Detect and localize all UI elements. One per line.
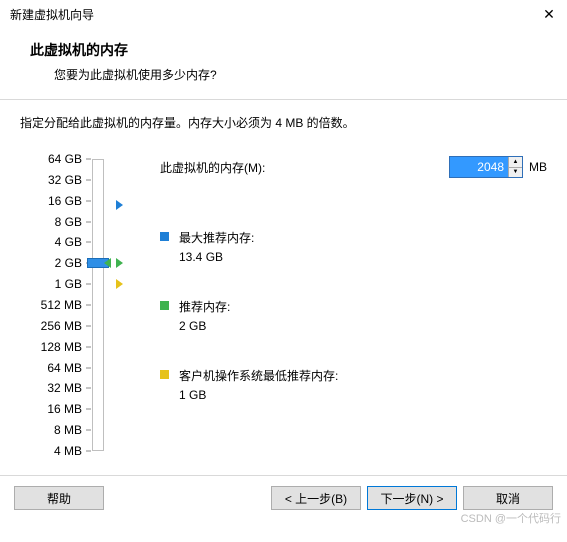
slider-tick [86, 284, 91, 285]
min-recommendation: 客户机操作系统最低推荐内存: 1 GB [160, 367, 547, 402]
slider-tick [86, 325, 91, 326]
slider-tick [86, 388, 91, 389]
rec-rec-value: 2 GB [179, 319, 230, 333]
max-recommendation: 最大推荐内存: 13.4 GB [160, 229, 547, 264]
slider-label: 4 GB [20, 235, 82, 249]
min-rec-value: 1 GB [179, 388, 338, 402]
page-subtitle: 您要为此虚拟机使用多少内存? [54, 66, 537, 83]
slider-label: 512 MB [20, 298, 82, 312]
close-button[interactable]: ✕ [539, 4, 559, 24]
rec-marker-left-icon [104, 258, 111, 268]
window-title: 新建虚拟机向导 [10, 6, 94, 23]
cancel-button[interactable]: 取消 [463, 486, 553, 510]
footer: 帮助 < 上一步(B) 下一步(N) > 取消 [0, 476, 567, 520]
slider-label: 16 MB [20, 402, 82, 416]
wizard-header: 此虚拟机的内存 您要为此虚拟机使用多少内存? [0, 28, 567, 97]
memory-unit: MB [529, 160, 547, 174]
slider-label: 32 GB [20, 173, 82, 187]
slider-label: 32 MB [20, 381, 82, 395]
slider-label: 1 GB [20, 277, 82, 291]
slider-tick [86, 346, 91, 347]
memory-slider[interactable]: 64 GB 32 GB 16 GB 8 GB 4 GB 2 GB 1 GB 512 MB 256… [20, 155, 130, 465]
rec-rec-label: 推荐内存: [179, 298, 230, 315]
max-rec-value: 13.4 GB [179, 250, 254, 264]
slider-tick [86, 451, 91, 452]
slider-tick [86, 221, 91, 222]
slider-track[interactable] [92, 159, 104, 451]
memory-field-label: 此虚拟机的内存(M): [160, 159, 265, 176]
slider-label: 16 GB [20, 194, 82, 208]
page-title: 此虚拟机的内存 [30, 40, 537, 60]
memory-spinner[interactable]: ▲ ▼ [449, 156, 523, 178]
spinner-down-button[interactable]: ▼ [509, 168, 522, 178]
slider-label: 2 GB [20, 256, 82, 270]
spinner-up-button[interactable]: ▲ [509, 157, 522, 168]
slider-label: 8 GB [20, 215, 82, 229]
slider-tick [86, 409, 91, 410]
slider-label: 64 MB [20, 361, 82, 375]
slider-label: 256 MB [20, 319, 82, 333]
min-rec-label: 客户机操作系统最低推荐内存: [179, 367, 338, 384]
slider-tick [86, 430, 91, 431]
min-color-swatch-icon [160, 370, 169, 379]
close-icon: ✕ [543, 6, 555, 23]
rec-recommendation: 推荐内存: 2 GB [160, 298, 547, 333]
rec-color-swatch-icon [160, 301, 169, 310]
slider-tick [86, 305, 91, 306]
slider-label: 64 GB [20, 152, 82, 166]
slider-tick [86, 179, 91, 180]
slider-tick [86, 159, 91, 160]
slider-label: 4 MB [20, 444, 82, 458]
slider-tick [86, 200, 91, 201]
max-marker-icon [116, 200, 123, 210]
memory-input[interactable] [450, 157, 508, 177]
next-button[interactable]: 下一步(N) > [367, 486, 457, 510]
info-column: 此虚拟机的内存(M): ▲ ▼ MB 最大推荐内存: 13. [130, 155, 547, 465]
max-rec-label: 最大推荐内存: [179, 229, 254, 246]
slider-label: 8 MB [20, 423, 82, 437]
help-button[interactable]: 帮助 [14, 486, 104, 510]
content-area: 指定分配给此虚拟机的内存量。内存大小必须为 4 MB 的倍数。 64 GB 32 … [0, 100, 567, 475]
slider-label: 128 MB [20, 340, 82, 354]
titlebar: 新建虚拟机向导 ✕ [0, 0, 567, 28]
back-button[interactable]: < 上一步(B) [271, 486, 361, 510]
instruction-text: 指定分配给此虚拟机的内存量。内存大小必须为 4 MB 的倍数。 [20, 114, 547, 131]
min-marker-icon [116, 279, 123, 289]
slider-labels: 64 GB 32 GB 16 GB 8 GB 4 GB 2 GB 1 GB 512 MB 256… [20, 155, 82, 465]
rec-marker-right-icon [116, 258, 123, 268]
max-color-swatch-icon [160, 232, 169, 241]
slider-tick [86, 367, 91, 368]
slider-tick [86, 242, 91, 243]
